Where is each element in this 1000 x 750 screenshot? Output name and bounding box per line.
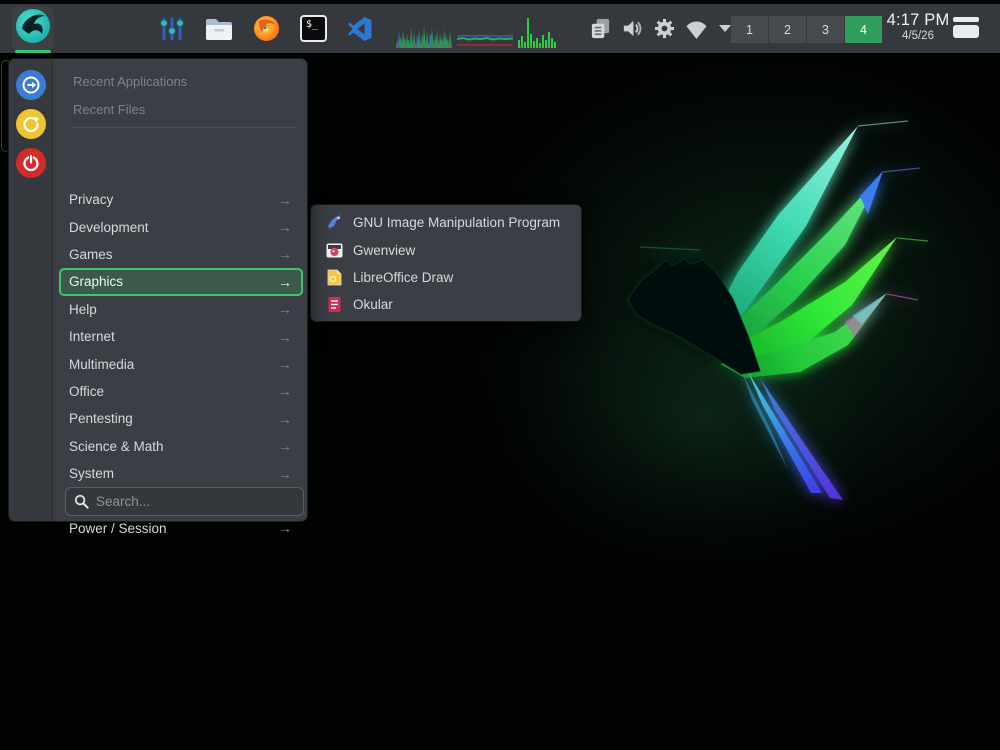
- workspace-3[interactable]: 3: [807, 16, 844, 43]
- network-wifi-icon[interactable]: [685, 17, 708, 40]
- settings-gear-icon[interactable]: [653, 17, 676, 40]
- menu-category-multimedia[interactable]: Multimedia →: [59, 350, 303, 377]
- workspace-2[interactable]: 2: [769, 16, 806, 43]
- parrot-logo-icon: [14, 7, 52, 50]
- show-panel-icon[interactable]: [953, 17, 981, 40]
- submenu-item-gimp[interactable]: GNU Image Manipulation Program: [311, 209, 581, 236]
- arrow-right-icon: →: [278, 411, 292, 427]
- recent-applications-item[interactable]: Recent Applications: [54, 67, 307, 95]
- menu-search-box: [65, 487, 304, 516]
- submenu-item-gwenview[interactable]: Gwenview: [311, 236, 581, 263]
- shutdown-button[interactable]: [16, 148, 46, 178]
- menu-category-development[interactable]: Development →: [59, 213, 303, 240]
- menu-category-internet[interactable]: Internet →: [59, 323, 303, 350]
- tray-expand-chevron-icon[interactable]: [719, 25, 731, 32]
- menu-separator: [71, 127, 297, 128]
- arrow-right-icon: →: [278, 466, 292, 482]
- arrow-right-icon: →: [278, 383, 292, 399]
- session-sidebar: [9, 59, 53, 521]
- clock-date: 4/5/26: [880, 30, 956, 42]
- menu-category-science-math[interactable]: Science & Math →: [59, 433, 303, 460]
- arrow-right-icon: →: [278, 301, 292, 317]
- app-launcher-button[interactable]: [12, 7, 54, 50]
- menu-category-office[interactable]: Office →: [59, 378, 303, 405]
- menu-category-privacy[interactable]: Privacy →: [59, 186, 303, 213]
- launcher-active-indicator: [15, 50, 51, 53]
- menu-category-help[interactable]: Help →: [59, 296, 303, 323]
- workspace-1[interactable]: 1: [731, 16, 768, 43]
- desktop: $_: [0, 0, 1000, 750]
- recent-files-item[interactable]: Recent Files: [54, 95, 307, 123]
- okular-icon: [326, 296, 343, 313]
- menu-category-graphics-selected[interactable]: Graphics →: [59, 268, 303, 295]
- terminal-glyph: $_: [306, 19, 318, 30]
- search-icon: [74, 494, 89, 509]
- gimp-icon: [326, 214, 343, 231]
- restart-button[interactable]: [16, 109, 46, 139]
- workspace-pager: 1 2 3 4: [731, 16, 882, 43]
- arrow-right-icon: →: [278, 520, 292, 536]
- graphics-submenu: GNU Image Manipulation Program Gwenview: [310, 204, 582, 322]
- network-monitor-graph[interactable]: [457, 14, 513, 50]
- mixer-icon[interactable]: [159, 16, 185, 42]
- gwenview-icon: [326, 242, 343, 259]
- logout-button[interactable]: [16, 70, 46, 100]
- arrow-right-icon: →: [278, 438, 292, 454]
- workspace-4-active[interactable]: 4: [845, 16, 882, 43]
- arrow-right-icon: →: [278, 246, 292, 262]
- libreoffice-draw-icon: [326, 269, 343, 286]
- arrow-right-icon: →: [278, 356, 292, 372]
- submenu-item-libreoffice-draw[interactable]: LibreOffice Draw: [311, 264, 581, 291]
- clock-time: 4:17 PM: [880, 11, 956, 30]
- clipboard-icon[interactable]: [589, 17, 612, 40]
- arrow-right-icon: →: [278, 274, 292, 290]
- menu-content: Recent Applications Recent Files Privacy…: [54, 59, 307, 521]
- firefox-icon[interactable]: [253, 15, 280, 42]
- menu-category-games[interactable]: Games →: [59, 241, 303, 268]
- menu-category-system[interactable]: System →: [59, 460, 303, 487]
- arrow-right-icon: →: [278, 219, 292, 235]
- application-menu: Recent Applications Recent Files Privacy…: [8, 58, 308, 522]
- submenu-item-okular[interactable]: Okular: [311, 291, 581, 318]
- disk-monitor-graph[interactable]: [517, 14, 557, 50]
- arrow-right-icon: →: [278, 192, 292, 208]
- top-panel: $_: [0, 4, 1000, 53]
- vscode-icon[interactable]: [347, 16, 373, 42]
- menu-category-pentesting[interactable]: Pentesting →: [59, 405, 303, 432]
- clock-widget[interactable]: 4:17 PM 4/5/26: [880, 11, 956, 42]
- terminal-icon[interactable]: $_: [300, 15, 327, 42]
- volume-icon[interactable]: [621, 17, 644, 40]
- arrow-right-icon: →: [278, 329, 292, 345]
- menu-category-power-session[interactable]: Power / Session →: [59, 515, 303, 542]
- file-manager-icon[interactable]: [205, 17, 233, 41]
- cpu-monitor-graph[interactable]: [396, 14, 453, 50]
- search-input[interactable]: [96, 494, 295, 509]
